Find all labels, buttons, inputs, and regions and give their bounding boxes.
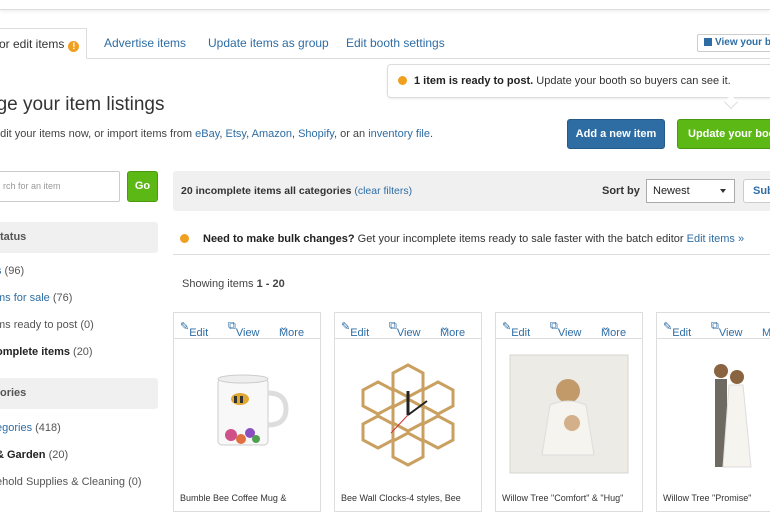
sort-select[interactable]: Newest [646, 179, 735, 203]
card-more-dropdown[interactable]: More ⌄ [279, 320, 304, 339]
item-title[interactable]: Willow Tree "Promise" [663, 493, 751, 503]
add-new-item-button[interactable]: Add a new item [567, 119, 665, 149]
category-item-household[interactable]: ehold Supplies & Cleaning (0) [0, 476, 142, 488]
item-title[interactable]: Bumble Bee Coffee Mug & [180, 493, 286, 503]
card-action-bar: ✎ Edit ⧉ View More ⌄ [335, 313, 481, 339]
tab-edit-items[interactable]: or edit items! [0, 28, 87, 59]
filter-bar: 20 incomplete items all categories (clea… [173, 171, 770, 211]
link-shopify[interactable]: Shopify [298, 128, 334, 140]
filter-summary: 20 incomplete items all categories (clea… [181, 185, 413, 197]
card-edit-link[interactable]: ✎ Edit [341, 320, 369, 339]
status-header: tatus [0, 222, 158, 253]
view-booth-button[interactable]: View your b [697, 34, 770, 52]
card-view-link[interactable]: ⧉ View [389, 320, 421, 339]
item-title[interactable]: Willow Tree "Comfort" & "Hug" [502, 493, 623, 503]
link-etsy[interactable]: Etsy [226, 128, 247, 140]
card-view-link[interactable]: ⧉ View [550, 320, 582, 339]
link-inventory-file[interactable]: inventory file [368, 128, 430, 140]
card-view-link[interactable]: ⧉ View [228, 320, 260, 339]
status-item-incomplete[interactable]: omplete items (20) [0, 346, 93, 358]
tab-update-group[interactable]: Update items as group [208, 28, 329, 59]
edit-items-link[interactable]: Edit items » [687, 233, 744, 245]
card-action-bar: ✎ Edit ⧉ View More ⌄ [496, 313, 642, 339]
card-action-bar: ✎ Edit ⧉ View More ⌄ [174, 313, 320, 339]
tab-bar: or edit items! Advertise items Update it… [0, 28, 770, 59]
warning-dot-icon [180, 234, 189, 243]
tab-edit-booth-settings[interactable]: Edit booth settings [346, 28, 445, 59]
status-item-all[interactable]: s (96) [0, 265, 24, 277]
card-more-dropdown[interactable]: More ⌄ [601, 320, 626, 339]
link-amazon[interactable]: Amazon [252, 128, 292, 140]
card-view-link[interactable]: ⧉ View [711, 320, 743, 339]
item-card: ✎ Edit ⧉ View More Willow Tree "Promise" [656, 312, 770, 512]
card-more-dropdown[interactable]: More ⌄ [440, 320, 465, 339]
category-item-garden[interactable]: & Garden (20) [0, 449, 68, 461]
card-edit-link[interactable]: ✎ Edit [180, 320, 208, 339]
item-card: ✎ Edit ⧉ View More ⌄ Bumble Bee Coffee M… [173, 312, 321, 512]
couple-image[interactable] [669, 353, 770, 475]
external-link-icon [704, 38, 712, 46]
bulk-edit-notice: Need to make bulk changes? Get your inco… [173, 227, 770, 255]
card-action-bar: ✎ Edit ⧉ View More [657, 313, 770, 339]
sort-by-label: Sort by [602, 185, 640, 197]
mug-image[interactable] [186, 353, 308, 475]
item-card: ✎ Edit ⧉ View More ⌄ Bee Wall Clocks-4 s… [334, 312, 482, 512]
import-instructions: edit your items now, or import items fro… [0, 128, 434, 140]
tab-advertise-items[interactable]: Advertise items [104, 28, 186, 59]
clear-filters-link[interactable]: (clear filters) [354, 185, 412, 197]
card-edit-link[interactable]: ✎ Edit [502, 320, 530, 339]
status-item-ready-to-post[interactable]: ms ready to post (0) [0, 319, 94, 331]
link-ebay[interactable]: eBay [195, 128, 219, 140]
showing-items-count: Showing items 1 - 20 [182, 278, 285, 290]
categories-header: ories [0, 378, 158, 409]
warning-icon: ! [68, 41, 80, 52]
figurine-image[interactable] [508, 353, 630, 475]
submit-button[interactable]: Sub [743, 179, 770, 203]
chevron-down-icon [720, 189, 726, 193]
clock-image[interactable] [347, 353, 469, 475]
page-title: age your item listings [0, 94, 165, 115]
status-item-for-sale[interactable]: ms for sale (76) [0, 292, 72, 304]
item-title[interactable]: Bee Wall Clocks-4 styles, Bee [341, 493, 461, 503]
search-go-button[interactable]: Go [127, 171, 158, 202]
item-card: ✎ Edit ⧉ View More ⌄ Willow Tree "Comfor… [495, 312, 643, 512]
category-item-all[interactable]: egories (418) [0, 422, 61, 434]
search-input[interactable]: rch for an item [0, 171, 120, 202]
ready-to-post-notice: 1 item is ready to post. Update your boo… [387, 64, 770, 98]
card-edit-link[interactable]: ✎ Edit [663, 320, 691, 339]
top-header-strip [0, 0, 770, 10]
update-booth-button[interactable]: Update your boo [677, 119, 770, 149]
warning-dot-icon [398, 76, 407, 85]
